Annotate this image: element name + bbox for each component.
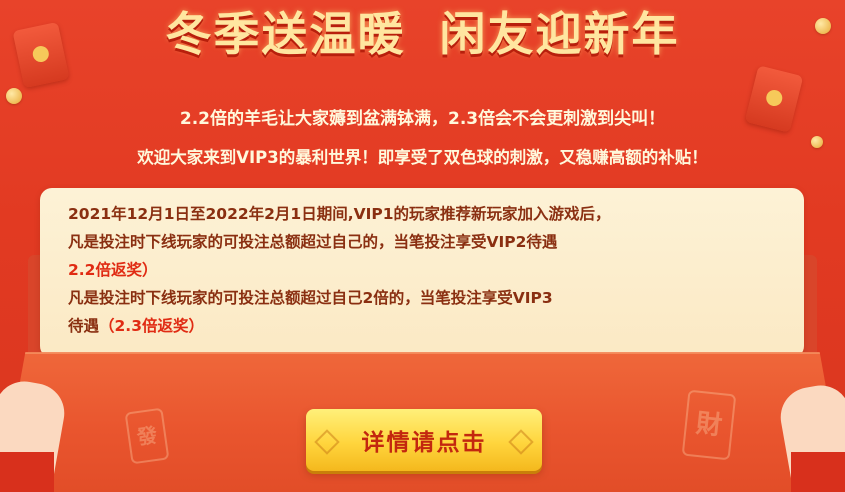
details-line-5: 待遇（2.3倍返奖） bbox=[68, 314, 204, 338]
details-line-4: 凡是投注时下线玩家的可投注总额超过自己2倍的，当笔投注享受VIP3 bbox=[68, 289, 553, 307]
gold-coin-icon bbox=[6, 88, 22, 104]
promo-banner: 冬季送温暖 闲友迎新年 2.2倍的羊毛让大家薅到盆满钵满，2.3倍会不会更刺激到尖… bbox=[0, 0, 845, 492]
details-line-2: 凡是投注时下线玩家的可投注总额超过自己的，当笔投注享受VIP2待遇 bbox=[68, 233, 558, 251]
details-line-5-text: 待遇（2.3倍返奖） bbox=[68, 317, 204, 335]
details-button[interactable]: 详情请点击 bbox=[306, 409, 542, 471]
cai-stamp: 財 bbox=[681, 389, 737, 461]
promo-details-card: 2021年12月1日至2022年2月1日期间,VIP1的玩家推荐新玩家加入游戏后… bbox=[40, 188, 804, 358]
left-sleeve bbox=[0, 452, 54, 492]
details-line-1: 2021年12月1日至2022年2月1日期间,VIP1的玩家推荐新玩家加入游戏后… bbox=[68, 205, 611, 223]
fa-stamp: 發 bbox=[124, 407, 170, 465]
details-line-3: 2.2倍返奖） bbox=[68, 261, 158, 279]
banner-title: 冬季送温暖 闲友迎新年 bbox=[0, 2, 845, 66]
banner-subtitle-2: 欢迎大家来到VIP3的暴利世界！即享受了双色球的刺激，又稳赚高额的补贴！ bbox=[137, 148, 708, 167]
banner-title-part1: 冬季送温暖 bbox=[165, 7, 406, 61]
details-line-5-accent: （2.3倍返奖） bbox=[99, 317, 204, 335]
banner-title-part2: 闲友迎新年 bbox=[439, 7, 680, 61]
details-line-5-prefix: 待遇 bbox=[68, 317, 100, 335]
right-sleeve bbox=[791, 452, 845, 492]
banner-subtitle-1: 2.2倍的羊毛让大家薅到盆满钵满，2.3倍会不会更刺激到尖叫！ bbox=[179, 109, 666, 129]
